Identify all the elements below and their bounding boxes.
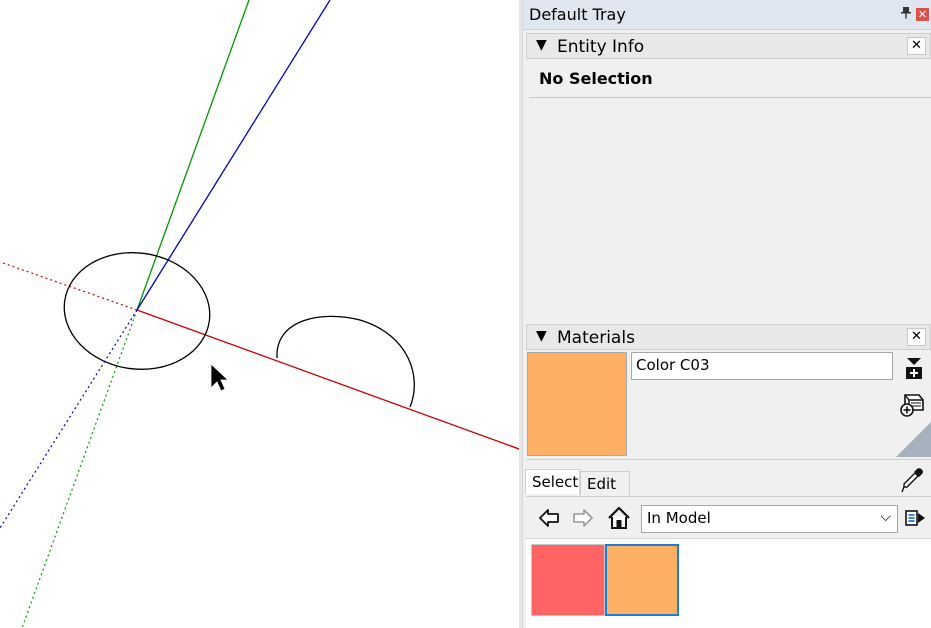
green-axis bbox=[136, 0, 250, 311]
chevron-down-icon: ⌵ bbox=[880, 509, 891, 525]
green-axis-negative bbox=[21, 309, 138, 628]
divider bbox=[526, 459, 931, 460]
sample-paint-eyedropper-icon[interactable] bbox=[900, 467, 926, 493]
home-icon[interactable] bbox=[606, 505, 632, 531]
back-arrow-icon[interactable] bbox=[536, 505, 562, 531]
default-material-icon[interactable] bbox=[896, 422, 931, 457]
collection-dropdown[interactable]: In Model ⌵ bbox=[641, 505, 898, 533]
tab-edit[interactable]: Edit bbox=[580, 471, 630, 496]
material-name-field[interactable]: Color C03 bbox=[631, 352, 893, 380]
tray-title: Default Tray bbox=[529, 5, 626, 24]
tab-select[interactable]: Select bbox=[525, 469, 580, 494]
entity-info-body: No Selection bbox=[526, 59, 931, 323]
materials-nav-bar: In Model ⌵ bbox=[526, 496, 931, 538]
arc-shape[interactable] bbox=[276, 315, 415, 408]
tray-title-bar: Default Tray ✕ bbox=[523, 0, 931, 30]
collection-value: In Model bbox=[647, 509, 711, 527]
materials-header[interactable]: ▼ Materials ✕ bbox=[526, 324, 931, 350]
entity-info-header[interactable]: ▼ Entity Info ✕ bbox=[526, 33, 931, 59]
materials-title: Materials bbox=[557, 328, 635, 348]
blue-axis-negative bbox=[0, 309, 138, 529]
material-swatch-red[interactable] bbox=[531, 544, 605, 616]
collapse-triangle-icon: ▼ bbox=[536, 37, 547, 53]
divider bbox=[529, 97, 931, 98]
scene-canvas[interactable] bbox=[0, 0, 519, 628]
cursor-arrow-icon bbox=[210, 363, 230, 392]
collapse-triangle-icon: ▼ bbox=[536, 328, 547, 344]
material-swatch-c03[interactable] bbox=[605, 544, 679, 616]
default-tray: Default Tray ✕ ▼ Entity Info ✕ No Select… bbox=[522, 0, 931, 628]
red-axis bbox=[136, 309, 519, 450]
current-material-swatch[interactable] bbox=[527, 352, 627, 456]
tray-close-icon[interactable]: ✕ bbox=[916, 8, 929, 21]
materials-close-icon[interactable]: ✕ bbox=[907, 328, 926, 346]
entity-info-close-icon[interactable]: ✕ bbox=[907, 37, 926, 55]
details-menu-icon[interactable] bbox=[903, 505, 929, 531]
pin-icon[interactable] bbox=[900, 7, 912, 21]
blue-axis bbox=[136, 0, 331, 311]
create-material-icon[interactable] bbox=[899, 391, 925, 417]
selection-status: No Selection bbox=[539, 69, 653, 88]
forward-arrow-icon[interactable] bbox=[570, 505, 596, 531]
materials-grid bbox=[526, 538, 931, 628]
entity-info-title: Entity Info bbox=[557, 37, 645, 57]
display-secondary-pane-icon[interactable] bbox=[901, 355, 927, 381]
model-viewport[interactable] bbox=[0, 0, 519, 628]
